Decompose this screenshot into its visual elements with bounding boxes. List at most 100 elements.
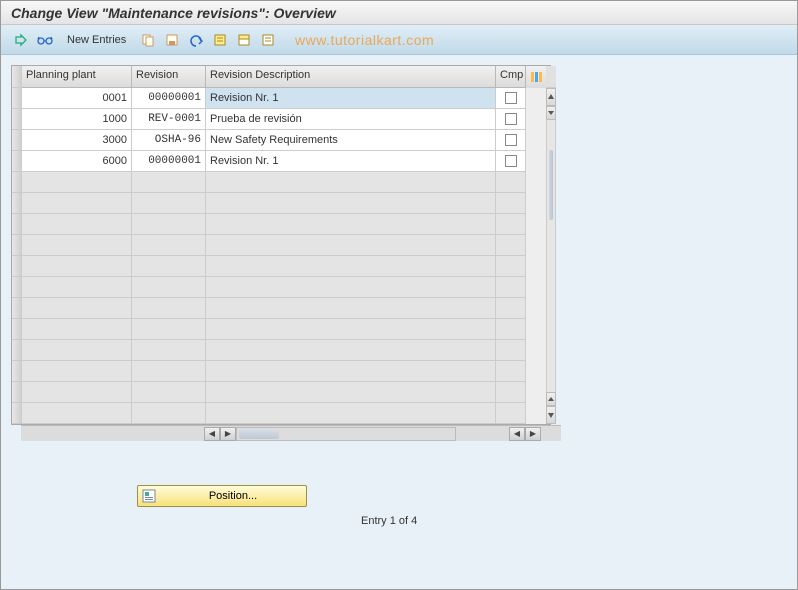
content-area: Planning plant Revision Revision Descrip… (1, 55, 797, 589)
scroll-down-icon[interactable] (546, 406, 556, 424)
horizontal-scrollbar[interactable]: ◀ ▶ ◀ ▶ (21, 425, 561, 441)
cell-plant (22, 256, 132, 277)
cell-description (206, 193, 496, 214)
hscroll-track[interactable] (236, 427, 456, 441)
undo-icon[interactable] (186, 30, 206, 50)
hscroll-thumb[interactable] (239, 429, 279, 439)
table-row (22, 403, 546, 424)
col-header-plant[interactable]: Planning plant (22, 66, 132, 88)
cell-plant[interactable]: 6000 (22, 151, 132, 172)
toolbar: New Entries www.tutorialkart.com (1, 25, 797, 55)
row-selector[interactable] (12, 277, 22, 298)
row-selector[interactable] (12, 109, 22, 130)
scroll-up-small-icon[interactable] (546, 392, 556, 406)
cell-revision (132, 361, 206, 382)
table-row[interactable]: 1000REV-0001Prueba de revisión (22, 109, 546, 130)
hscroll-right-end-icon[interactable]: ▶ (525, 427, 541, 441)
position-button[interactable]: Position... (137, 485, 307, 507)
row-selector[interactable] (12, 130, 22, 151)
table-row[interactable]: 3000OSHA-96 New Safety Requirements (22, 130, 546, 151)
scroll-thumb[interactable] (549, 150, 553, 220)
table-row (22, 256, 546, 277)
cell-description[interactable]: Revision Nr. 1 (206, 151, 496, 172)
table-row (22, 298, 546, 319)
cell-description (206, 277, 496, 298)
checkbox[interactable] (505, 92, 517, 104)
hscroll-right-step-icon[interactable]: ▶ (220, 427, 236, 441)
cell-plant (22, 319, 132, 340)
cell-plant[interactable]: 3000 (22, 130, 132, 151)
copy-icon[interactable] (138, 30, 158, 50)
position-icon (142, 489, 156, 503)
cell-cmp (496, 277, 526, 298)
row-selector[interactable] (12, 382, 22, 403)
cell-cmp (496, 403, 526, 424)
cell-plant (22, 403, 132, 424)
scroll-down-small-icon[interactable] (546, 106, 556, 120)
cell-revision[interactable]: 00000001 (132, 151, 206, 172)
glasses-icon[interactable] (35, 30, 55, 50)
row-selector[interactable] (12, 193, 22, 214)
new-entries-button[interactable]: New Entries (59, 32, 134, 48)
cell-cmp (496, 193, 526, 214)
cell-plant (22, 214, 132, 235)
row-selector[interactable] (12, 340, 22, 361)
cell-description (206, 403, 496, 424)
row-selector[interactable] (12, 361, 22, 382)
scroll-track[interactable] (546, 120, 556, 392)
cell-description[interactable]: Prueba de revisión (206, 109, 496, 130)
cell-plant[interactable]: 0001 (22, 88, 132, 109)
title-bar: Change View "Maintenance revisions": Ove… (1, 1, 797, 25)
scroll-up-icon[interactable] (546, 88, 556, 106)
select-block-icon[interactable] (234, 30, 254, 50)
row-selector[interactable] (12, 214, 22, 235)
table-row[interactable]: 600000000001Revision Nr. 1 (22, 151, 546, 172)
watermark: www.tutorialkart.com (295, 32, 434, 48)
cell-cmp[interactable] (496, 88, 526, 109)
col-header-cmp[interactable]: Cmp (496, 66, 526, 88)
cell-description (206, 382, 496, 403)
cell-revision[interactable]: OSHA-96 (132, 130, 206, 151)
deselect-all-icon[interactable] (258, 30, 278, 50)
cell-revision[interactable]: 00000001 (132, 88, 206, 109)
hscroll-left-end-icon[interactable]: ◀ (509, 427, 525, 441)
col-header-desc[interactable]: Revision Description (206, 66, 496, 88)
row-selector[interactable] (12, 235, 22, 256)
cell-revision (132, 277, 206, 298)
row-selector[interactable] (12, 256, 22, 277)
page-title: Change View "Maintenance revisions": Ove… (11, 5, 336, 21)
checkbox[interactable] (505, 113, 517, 125)
row-selector[interactable] (12, 172, 22, 193)
hscroll-left-icon[interactable]: ◀ (204, 427, 220, 441)
cell-revision (132, 256, 206, 277)
cell-cmp[interactable] (496, 109, 526, 130)
table-row (22, 319, 546, 340)
select-all-icon[interactable] (210, 30, 230, 50)
row-selector[interactable] (12, 88, 22, 109)
cell-cmp (496, 235, 526, 256)
cell-cmp (496, 319, 526, 340)
cell-plant (22, 172, 132, 193)
row-selector-corner[interactable] (12, 66, 22, 88)
cell-cmp[interactable] (496, 151, 526, 172)
cell-description (206, 256, 496, 277)
row-selector[interactable] (12, 403, 22, 424)
cell-revision (132, 214, 206, 235)
col-header-revision[interactable]: Revision (132, 66, 206, 88)
checkbox[interactable] (505, 155, 517, 167)
row-selector[interactable] (12, 298, 22, 319)
cell-description[interactable]: New Safety Requirements (206, 130, 496, 151)
row-selector[interactable] (12, 319, 22, 340)
config-columns-icon[interactable] (526, 66, 546, 88)
vertical-scrollbar[interactable] (546, 66, 556, 424)
cell-description (206, 298, 496, 319)
cell-cmp[interactable] (496, 130, 526, 151)
row-selector[interactable] (12, 151, 22, 172)
checkbox[interactable] (505, 134, 517, 146)
toggle-icon[interactable] (11, 30, 31, 50)
cell-plant[interactable]: 1000 (22, 109, 132, 130)
save-var-icon[interactable] (162, 30, 182, 50)
cell-revision[interactable]: REV-0001 (132, 109, 206, 130)
cell-description[interactable]: Revision Nr. 1 (206, 88, 496, 109)
table-row[interactable]: 000100000001Revision Nr. 1 (22, 88, 546, 109)
